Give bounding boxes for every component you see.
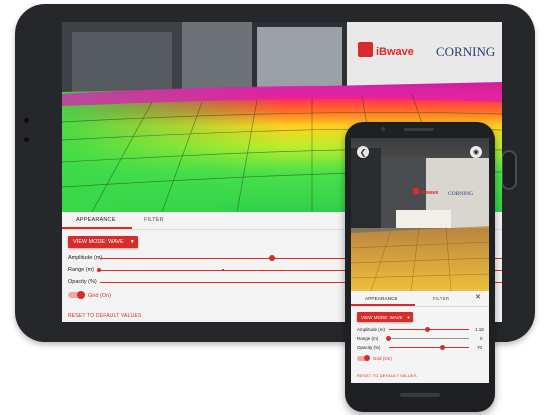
reset-defaults-link[interactable]: RESET TO DEFAULT VALUES — [68, 313, 142, 319]
phone-tab-filter[interactable]: FILTER — [433, 296, 449, 301]
phone-tab-appearance[interactable]: APPEARANCE — [365, 296, 398, 301]
range-slider-knob[interactable] — [97, 268, 101, 272]
phone-view-mode-button[interactable]: VIEW MODE: WAVE ▼ — [357, 312, 413, 322]
phone-amplitude-slider-knob[interactable] — [425, 327, 430, 332]
amplitude-slider-knob[interactable] — [269, 255, 275, 261]
ibwave-logo-mark — [358, 42, 373, 57]
tablet-home-button[interactable] — [501, 150, 517, 190]
tablet-partner-text: CORNING — [436, 44, 495, 59]
opacity-label: Opacity (%) — [68, 279, 97, 285]
phone-partner-text: CORNING — [448, 191, 473, 197]
tab-filter[interactable]: FILTER — [144, 217, 164, 223]
amplitude-label: Amplitude (m) — [68, 255, 103, 261]
phone-grid-toggle-label: Grid (On) — [373, 356, 392, 361]
view-mode-button[interactable]: VIEW MODE: WAVE ▼ — [68, 236, 138, 248]
phone-ar-view[interactable]: iBwave CORNING ❮ ◉ — [351, 138, 489, 291]
phone-opacity-slider-knob[interactable] — [440, 345, 445, 350]
phone-ar-scene-graphic: iBwave CORNING — [351, 138, 489, 291]
phone-ibwave-logo-mark — [413, 188, 419, 194]
phone-range-value: 0 — [480, 336, 483, 341]
phone-grid-toggle-thumb[interactable] — [364, 355, 370, 361]
phone-range-slider-knob[interactable] — [386, 336, 391, 341]
tab-appearance[interactable]: APPEARANCE — [76, 217, 116, 223]
phone-reset-defaults-link[interactable]: RESET TO DEFAULT VALUES — [357, 373, 417, 378]
phone-opacity-label: Opacity (%) — [357, 345, 381, 350]
phone-opacity-slider-track[interactable] — [389, 347, 469, 348]
phone-range-slider-track[interactable] — [389, 338, 469, 339]
view-mode-label: VIEW MODE: WAVE — [73, 239, 124, 245]
phone-opacity-value: 70 — [477, 345, 483, 350]
phone-range-label: Range (m) — [357, 336, 379, 341]
camera-icon[interactable]: ◉ — [470, 146, 482, 158]
range-slider-tick — [222, 269, 224, 271]
back-arrow-icon[interactable]: ❮ — [357, 146, 369, 158]
phone-brand-text: iBwave — [421, 190, 438, 196]
grid-toggle-label: Grid (On) — [88, 293, 111, 299]
phone-front-camera — [381, 127, 385, 131]
phone-tabs-divider — [351, 306, 489, 307]
phone-speaker — [404, 128, 434, 131]
phone-view-mode-label: VIEW MODE: WAVE — [361, 314, 403, 320]
range-label: Range (m) — [68, 267, 94, 273]
grid-toggle-thumb[interactable] — [77, 291, 85, 299]
dropdown-caret-icon: ▼ — [129, 239, 135, 245]
close-icon[interactable]: ✕ — [475, 293, 481, 301]
tablet-sensor — [24, 137, 29, 142]
tablet-brand-text: iBwave — [376, 46, 414, 58]
phone-screen: iBwave CORNING ❮ ◉ APPEARANCE FILTER ✕ V… — [351, 138, 489, 383]
phone-appearance-panel: APPEARANCE FILTER ✕ VIEW MODE: WAVE ▼ Am… — [351, 291, 489, 383]
phone-bottom-speaker — [400, 393, 440, 397]
phone-amplitude-value: 1.18 — [475, 327, 484, 332]
phone-dropdown-caret-icon: ▼ — [406, 314, 411, 320]
phone-amplitude-label: Amplitude (m) — [357, 327, 386, 332]
tablet-camera — [24, 118, 29, 123]
